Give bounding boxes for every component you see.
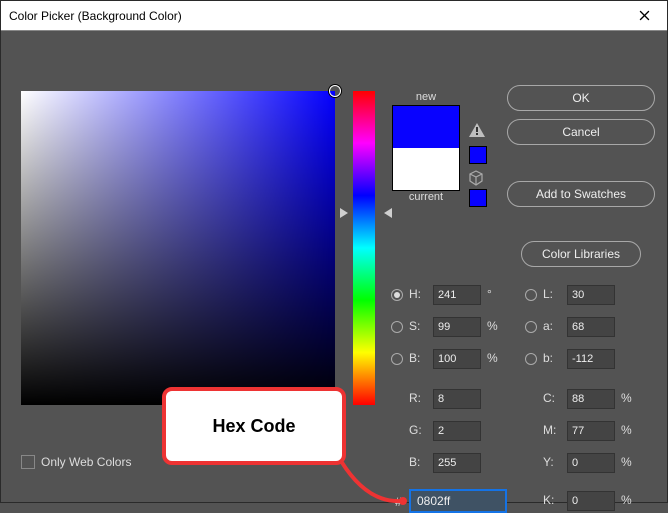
label-y: Y: xyxy=(543,455,554,469)
web-safe-warning-icon[interactable] xyxy=(467,169,485,190)
dialog-window: Color Picker (Background Color) new curr… xyxy=(0,0,668,503)
input-m[interactable] xyxy=(567,421,615,441)
close-button[interactable] xyxy=(629,1,659,31)
color-libraries-button[interactable]: Color Libraries xyxy=(521,241,641,267)
input-g[interactable] xyxy=(433,421,481,441)
label-b-hsb: B: xyxy=(409,351,420,365)
annotation-text: Hex Code xyxy=(212,416,295,437)
input-b-rgb[interactable] xyxy=(433,453,481,473)
label-l: L: xyxy=(543,287,553,301)
websafe-suggest-swatch[interactable] xyxy=(469,189,487,207)
radio-h[interactable] xyxy=(391,289,403,301)
label-b-lab: b: xyxy=(543,351,553,365)
window-title: Color Picker (Background Color) xyxy=(9,9,629,23)
radio-b-lab[interactable] xyxy=(525,353,537,365)
saturation-value-field[interactable] xyxy=(21,91,335,405)
current-color-swatch[interactable] xyxy=(393,148,459,190)
unit-y: % xyxy=(621,455,632,469)
close-icon xyxy=(639,10,650,21)
input-y[interactable] xyxy=(567,453,615,473)
label-h: H: xyxy=(409,287,421,301)
input-b-hsb[interactable] xyxy=(433,349,481,369)
input-h[interactable] xyxy=(433,285,481,305)
label-a: a: xyxy=(543,319,553,333)
unit-b-hsb: % xyxy=(487,351,498,365)
gamut-suggest-swatch[interactable] xyxy=(469,146,487,164)
new-color-label: new xyxy=(392,91,460,103)
hex-hash-label: # xyxy=(395,495,402,509)
input-b-lab[interactable] xyxy=(567,349,615,369)
unit-c: % xyxy=(621,391,632,405)
add-to-swatches-button[interactable]: Add to Swatches xyxy=(507,181,655,207)
title-bar: Color Picker (Background Color) xyxy=(1,1,667,31)
label-r: R: xyxy=(409,391,421,405)
label-g: G: xyxy=(409,423,422,437)
input-k[interactable] xyxy=(567,491,615,511)
new-color-swatch[interactable] xyxy=(393,106,459,148)
only-web-colors-checkbox[interactable] xyxy=(21,455,35,469)
ok-button[interactable]: OK xyxy=(507,85,655,111)
dialog-body: new current OK Cancel Add to Swatches Co… xyxy=(1,31,667,502)
radio-s[interactable] xyxy=(391,321,403,333)
gamut-warning-icon[interactable] xyxy=(469,123,485,140)
input-r[interactable] xyxy=(433,389,481,409)
unit-m: % xyxy=(621,423,632,437)
radio-a[interactable] xyxy=(525,321,537,333)
radio-l[interactable] xyxy=(525,289,537,301)
label-k: K: xyxy=(543,493,554,507)
current-color-label: current xyxy=(392,191,460,203)
label-s: S: xyxy=(409,319,420,333)
color-field-marker xyxy=(329,85,341,97)
radio-b-hsb[interactable] xyxy=(391,353,403,365)
input-a[interactable] xyxy=(567,317,615,337)
annotation-callout: Hex Code xyxy=(162,387,346,465)
unit-s: % xyxy=(487,319,498,333)
unit-h: ° xyxy=(487,287,492,301)
hex-input[interactable] xyxy=(409,489,507,513)
label-m: M: xyxy=(543,423,556,437)
unit-k: % xyxy=(621,493,632,507)
label-c: C: xyxy=(543,391,555,405)
label-b-rgb: B: xyxy=(409,455,420,469)
only-web-colors-label: Only Web Colors xyxy=(41,455,131,469)
input-c[interactable] xyxy=(567,389,615,409)
input-s[interactable] xyxy=(433,317,481,337)
color-preview: new current xyxy=(392,91,460,203)
hue-slider[interactable] xyxy=(353,91,375,405)
input-l[interactable] xyxy=(567,285,615,305)
cancel-button[interactable]: Cancel xyxy=(507,119,655,145)
